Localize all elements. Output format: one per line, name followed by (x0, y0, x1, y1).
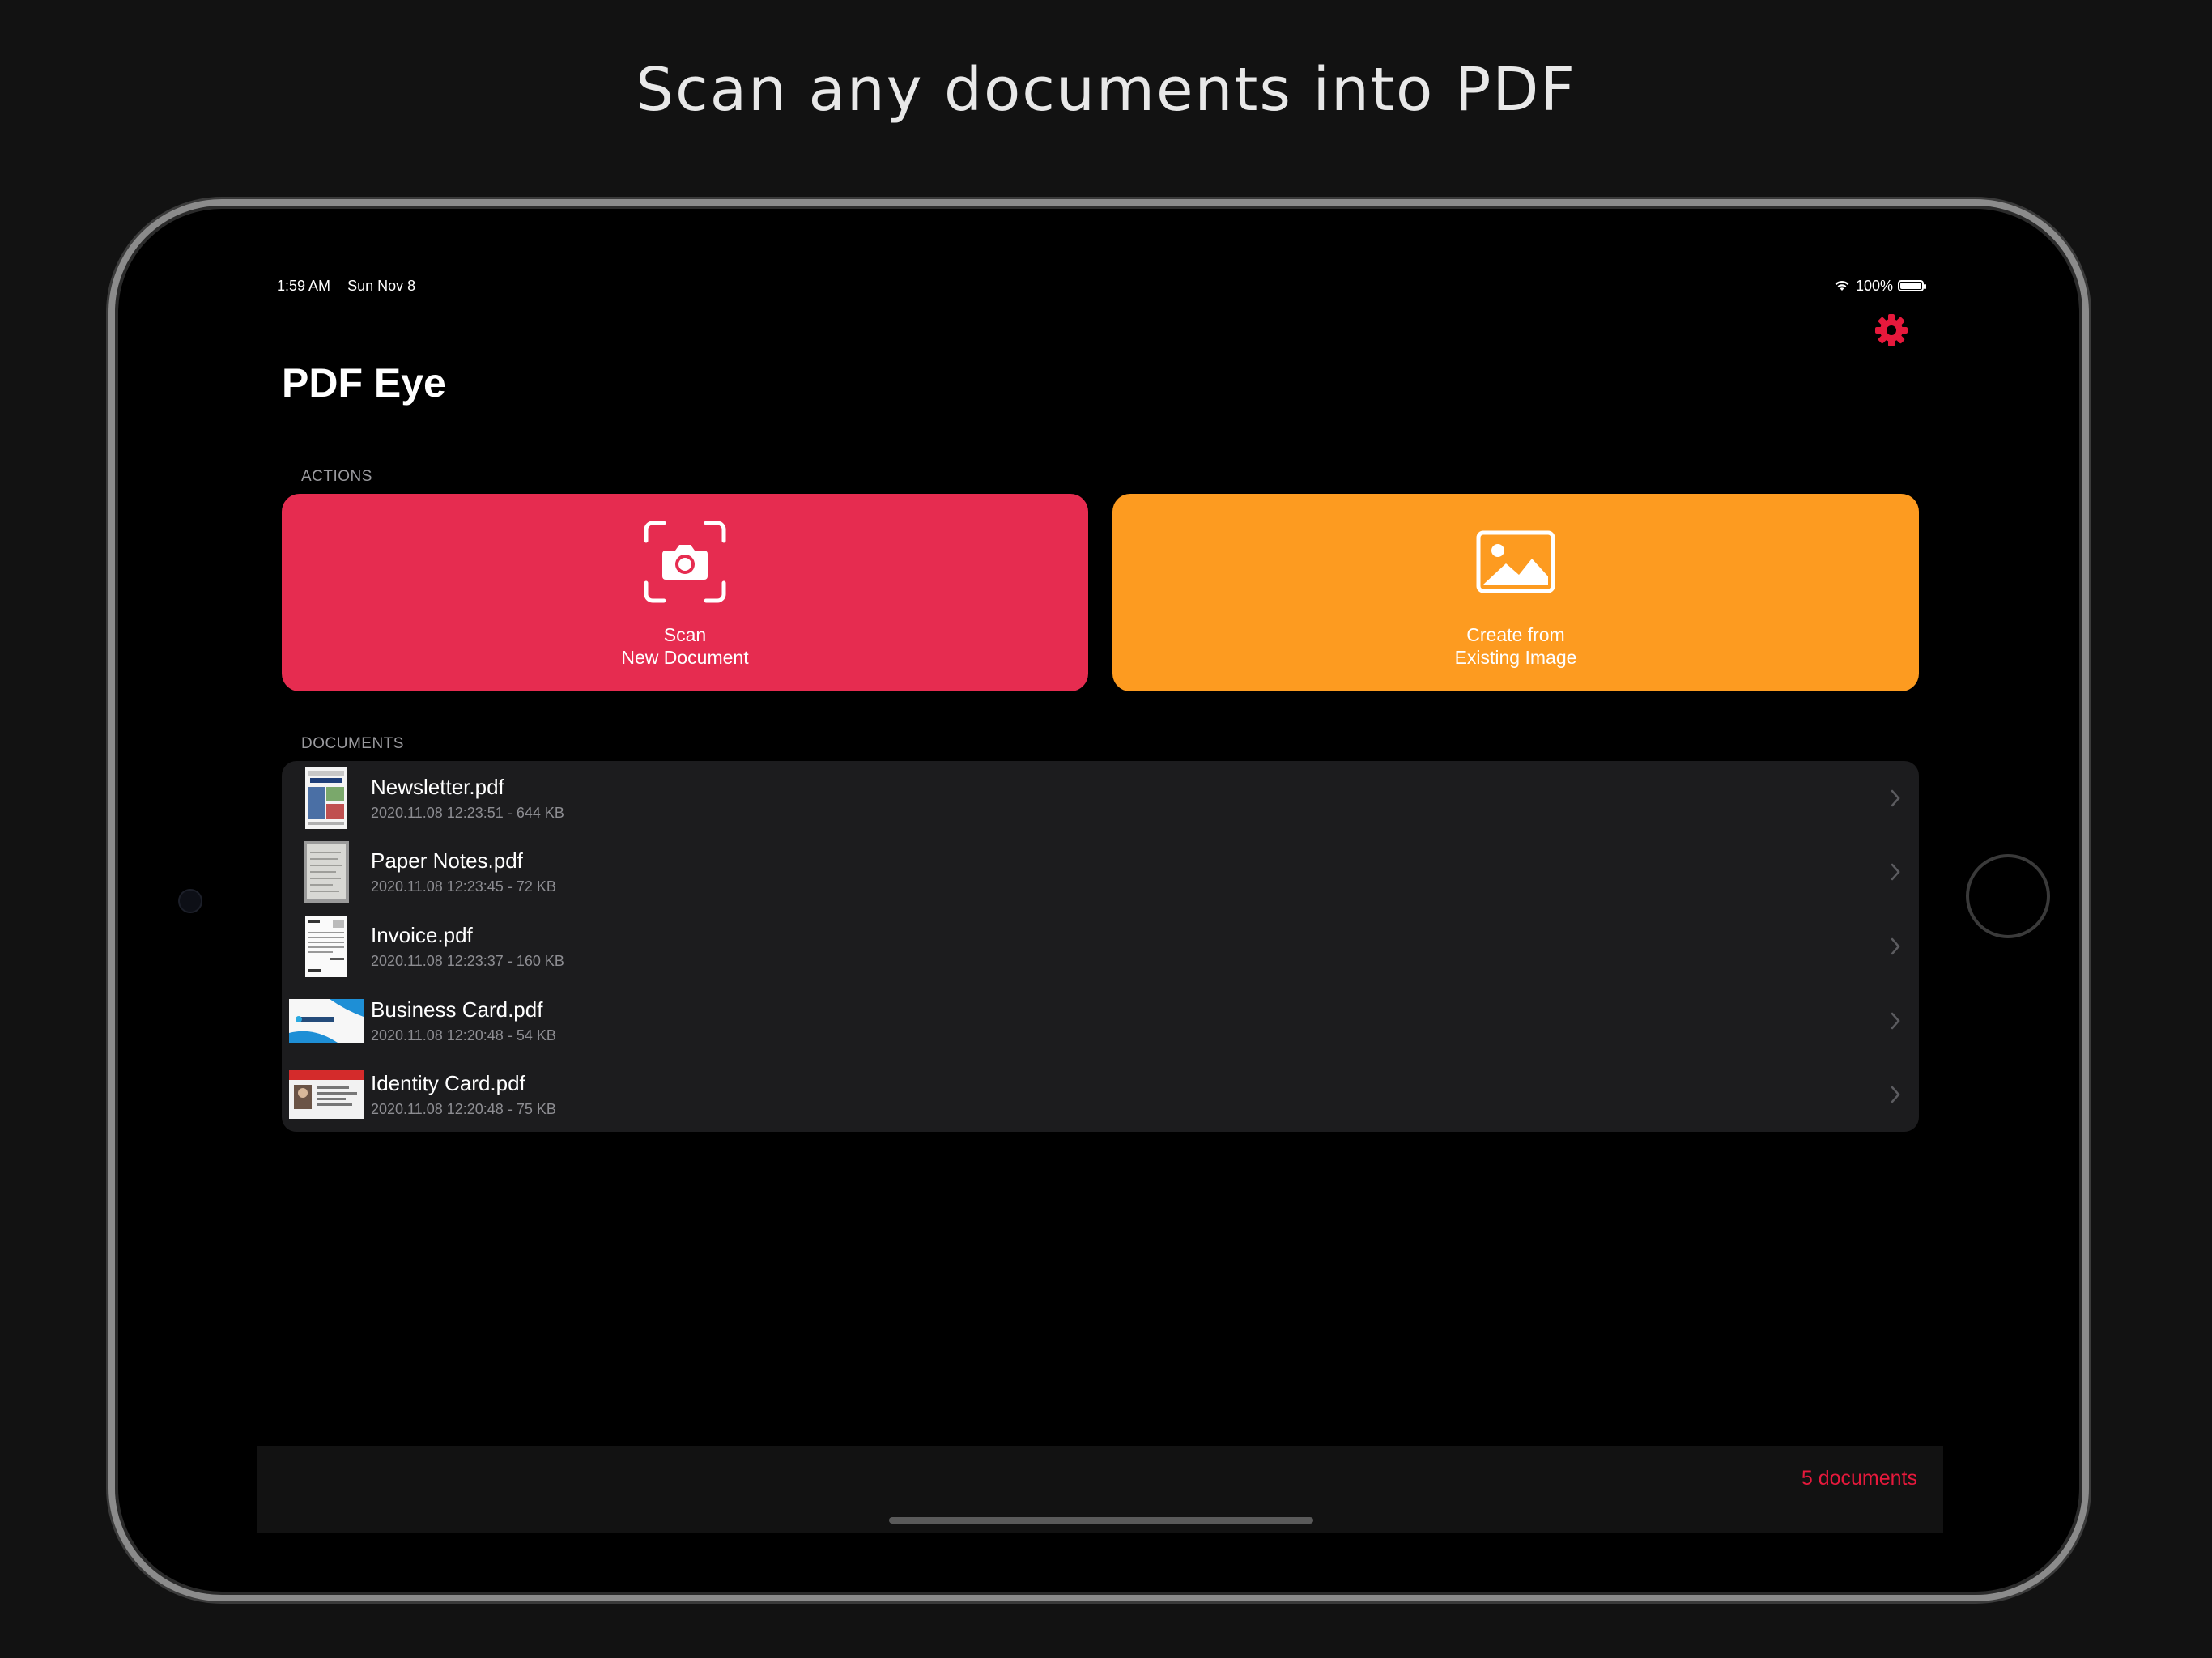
chevron-right-icon (1891, 937, 1900, 955)
scan-label-line1: Scan (663, 624, 707, 645)
chevron-right-icon (1891, 789, 1900, 807)
business-card-thumbnail (289, 998, 364, 1043)
actions-section-label: ACTIONS (301, 468, 372, 485)
documents-section-label: DOCUMENTS (301, 735, 404, 752)
identity-card-thumbnail (289, 1070, 364, 1120)
status-date: Sun Nov 8 (347, 277, 416, 294)
home-indicator[interactable] (889, 1517, 1313, 1524)
create-from-image-button[interactable]: Create from Existing Image (1112, 494, 1919, 691)
list-item[interactable]: Identity Card.pdf 2020.11.08 12:20:48 - … (282, 1057, 1919, 1132)
battery-icon (1898, 280, 1926, 291)
battery-percent: 100% (1855, 277, 1893, 294)
status-bar: 1:59 AM Sun Nov 8 100% (277, 274, 1926, 298)
document-name: Identity Card.pdf (371, 1071, 525, 1096)
invoice-thumbnail (305, 915, 347, 977)
scan-new-document-button[interactable]: Scan New Document (282, 494, 1088, 691)
scan-button-label: Scan New Document (621, 623, 748, 669)
document-name: Paper Notes.pdf (371, 848, 523, 874)
list-item[interactable]: Business Card.pdf 2020.11.08 12:20:48 - … (282, 984, 1919, 1058)
camera-scan-icon (644, 521, 726, 603)
app-screen: 1:59 AM Sun Nov 8 100% PDF Eye ACTIONS S… (257, 256, 1943, 1533)
home-button (1966, 854, 2050, 938)
page-title: PDF Eye (282, 360, 446, 406)
document-name: Newsletter.pdf (371, 774, 504, 799)
list-item[interactable]: Paper Notes.pdf 2020.11.08 12:23:45 - 72… (282, 835, 1919, 910)
front-camera (178, 889, 202, 913)
paper-notes-thumbnail (304, 841, 349, 903)
create-button-label: Create from Existing Image (1455, 623, 1577, 669)
chevron-right-icon (1891, 1086, 1900, 1103)
list-item[interactable]: Newsletter.pdf 2020.11.08 12:23:51 - 644… (282, 761, 1919, 835)
scan-label-line2: New Document (621, 647, 749, 668)
document-meta: 2020.11.08 12:23:37 - 160 KB (371, 952, 564, 969)
gear-icon[interactable] (1874, 312, 1909, 348)
image-icon (1476, 530, 1555, 593)
status-indicators: 100% (1833, 277, 1926, 295)
list-item[interactable]: Invoice.pdf 2020.11.08 12:23:37 - 160 KB (282, 909, 1919, 984)
newsletter-thumbnail (305, 767, 347, 829)
document-meta: 2020.11.08 12:23:45 - 72 KB (371, 878, 556, 895)
document-meta: 2020.11.08 12:20:48 - 75 KB (371, 1101, 556, 1118)
create-label-line1: Create from (1466, 624, 1565, 645)
bottom-toolbar: 5 documents (257, 1446, 1943, 1533)
documents-list: Newsletter.pdf 2020.11.08 12:23:51 - 644… (282, 761, 1919, 1132)
document-name: Invoice.pdf (371, 922, 473, 947)
document-count: 5 documents (1801, 1467, 1917, 1490)
document-name: Business Card.pdf (371, 997, 543, 1022)
create-label-line2: Existing Image (1454, 647, 1577, 668)
chevron-right-icon (1891, 1012, 1900, 1029)
status-time-date: 1:59 AM Sun Nov 8 (277, 278, 428, 295)
wifi-icon (1835, 280, 1849, 291)
chevron-right-icon (1891, 864, 1900, 881)
document-meta: 2020.11.08 12:23:51 - 644 KB (371, 804, 564, 821)
document-meta: 2020.11.08 12:20:48 - 54 KB (371, 1027, 556, 1044)
status-time: 1:59 AM (277, 277, 331, 294)
marketing-headline: Scan any documents into PDF (636, 55, 1576, 125)
